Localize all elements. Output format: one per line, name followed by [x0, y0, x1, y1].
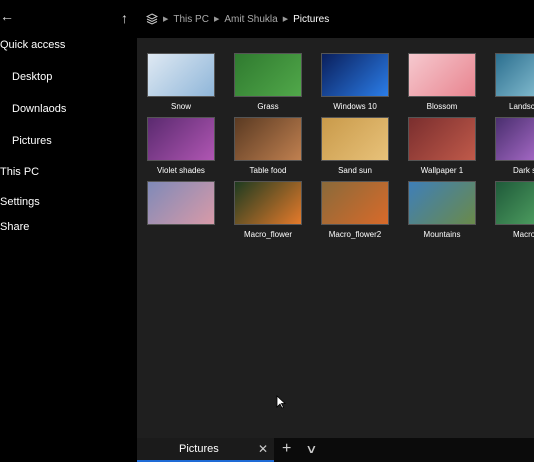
file-tile[interactable]: Macro: [495, 181, 534, 239]
sidebar-item-share[interactable]: Share: [0, 221, 29, 233]
thumbnail: [495, 53, 534, 97]
sidebar: ← Quick access Desktop Downlaods Picture…: [0, 0, 137, 462]
sidebar-item-downloads[interactable]: Downlaods: [12, 103, 66, 115]
thumbnail: [495, 117, 534, 161]
file-tile[interactable]: Table food: [234, 117, 302, 175]
back-arrow-icon[interactable]: ←: [0, 8, 14, 24]
tab-pictures[interactable]: Pictures ✕: [137, 438, 274, 462]
breadcrumb: ▶ This PC ▶ Amit Shukla ▶ Pictures: [146, 13, 329, 25]
breadcrumb-separator: ▶: [213, 16, 220, 23]
thumbnail: [234, 53, 302, 97]
thumbnail: [321, 117, 389, 161]
file-tile[interactable]: Sand sun: [321, 117, 389, 175]
file-tile[interactable]: Windows 10: [321, 53, 389, 111]
file-name: Blossom: [426, 102, 458, 111]
mouse-cursor-icon: [276, 395, 286, 409]
file-tile[interactable]: Wallpaper 1: [408, 117, 476, 175]
file-tile[interactable]: Violet shades: [147, 117, 215, 175]
breadcrumb-this-pc[interactable]: This PC: [173, 14, 209, 25]
tab-bar: Pictures ✕ + ∨: [137, 438, 534, 462]
breadcrumb-separator: ▶: [163, 16, 169, 23]
file-name: Landsc: [509, 102, 534, 111]
thumbnail: [408, 117, 476, 161]
file-tile[interactable]: Dark s: [495, 117, 534, 175]
thumbnail: [408, 53, 476, 97]
breadcrumb-separator: ▶: [282, 16, 289, 23]
sidebar-item-quick-access[interactable]: Quick access: [0, 39, 65, 51]
add-tab-icon[interactable]: +: [282, 440, 291, 458]
breadcrumb-user[interactable]: Amit Shukla: [224, 14, 277, 25]
file-tile[interactable]: Mountains: [408, 181, 476, 239]
file-name: Dark s: [513, 166, 534, 175]
file-name: Windows 10: [333, 102, 377, 111]
thumbnail: [321, 53, 389, 97]
thumbnail: [147, 181, 215, 225]
file-name: Macro_flower: [243, 230, 292, 239]
storage-stack-icon: [146, 13, 158, 25]
thumbnail: [234, 117, 302, 161]
file-name: Wallpaper 1: [420, 166, 464, 175]
up-arrow-icon[interactable]: ↑: [121, 10, 128, 26]
file-tile[interactable]: Snow: [147, 53, 215, 111]
sidebar-item-this-pc[interactable]: This PC: [0, 166, 39, 178]
sidebar-item-desktop[interactable]: Desktop: [12, 71, 52, 83]
thumbnail: [321, 181, 389, 225]
thumbnail: [147, 117, 215, 161]
file-tile[interactable]: Landsc: [495, 53, 534, 111]
file-gallery: Snow Grass Windows 10 Blossom Landsc Vio…: [137, 38, 534, 438]
file-name: Grass: [257, 102, 279, 111]
breadcrumb-pictures[interactable]: Pictures: [293, 14, 329, 25]
close-icon[interactable]: ✕: [258, 442, 268, 456]
thumbnail: [234, 181, 302, 225]
sidebar-item-pictures[interactable]: Pictures: [12, 135, 52, 147]
file-tile[interactable]: Macro_flower2: [321, 181, 389, 239]
thumbnail: [408, 181, 476, 225]
chevron-down-icon[interactable]: ∨: [305, 442, 317, 456]
file-name: Violet shades: [157, 166, 205, 175]
thumbnail: [495, 181, 534, 225]
file-name: Macro: [513, 230, 534, 239]
sidebar-item-settings[interactable]: Settings: [0, 196, 40, 208]
thumbnail: [147, 53, 215, 97]
file-name: Mountains: [423, 230, 461, 239]
address-bar: ↑ ▶ This PC ▶ Amit Shukla ▶ Pictures: [121, 0, 534, 38]
file-tile[interactable]: [147, 181, 215, 230]
file-name: Sand sun: [338, 166, 372, 175]
file-name: Snow: [170, 102, 191, 111]
file-tile[interactable]: Grass: [234, 53, 302, 111]
file-tile[interactable]: Blossom: [408, 53, 476, 111]
file-name: Macro_flower2: [328, 230, 382, 239]
file-tile[interactable]: Macro_flower: [234, 181, 302, 239]
file-name: Table food: [249, 166, 287, 175]
tab-label: Pictures: [179, 443, 219, 455]
